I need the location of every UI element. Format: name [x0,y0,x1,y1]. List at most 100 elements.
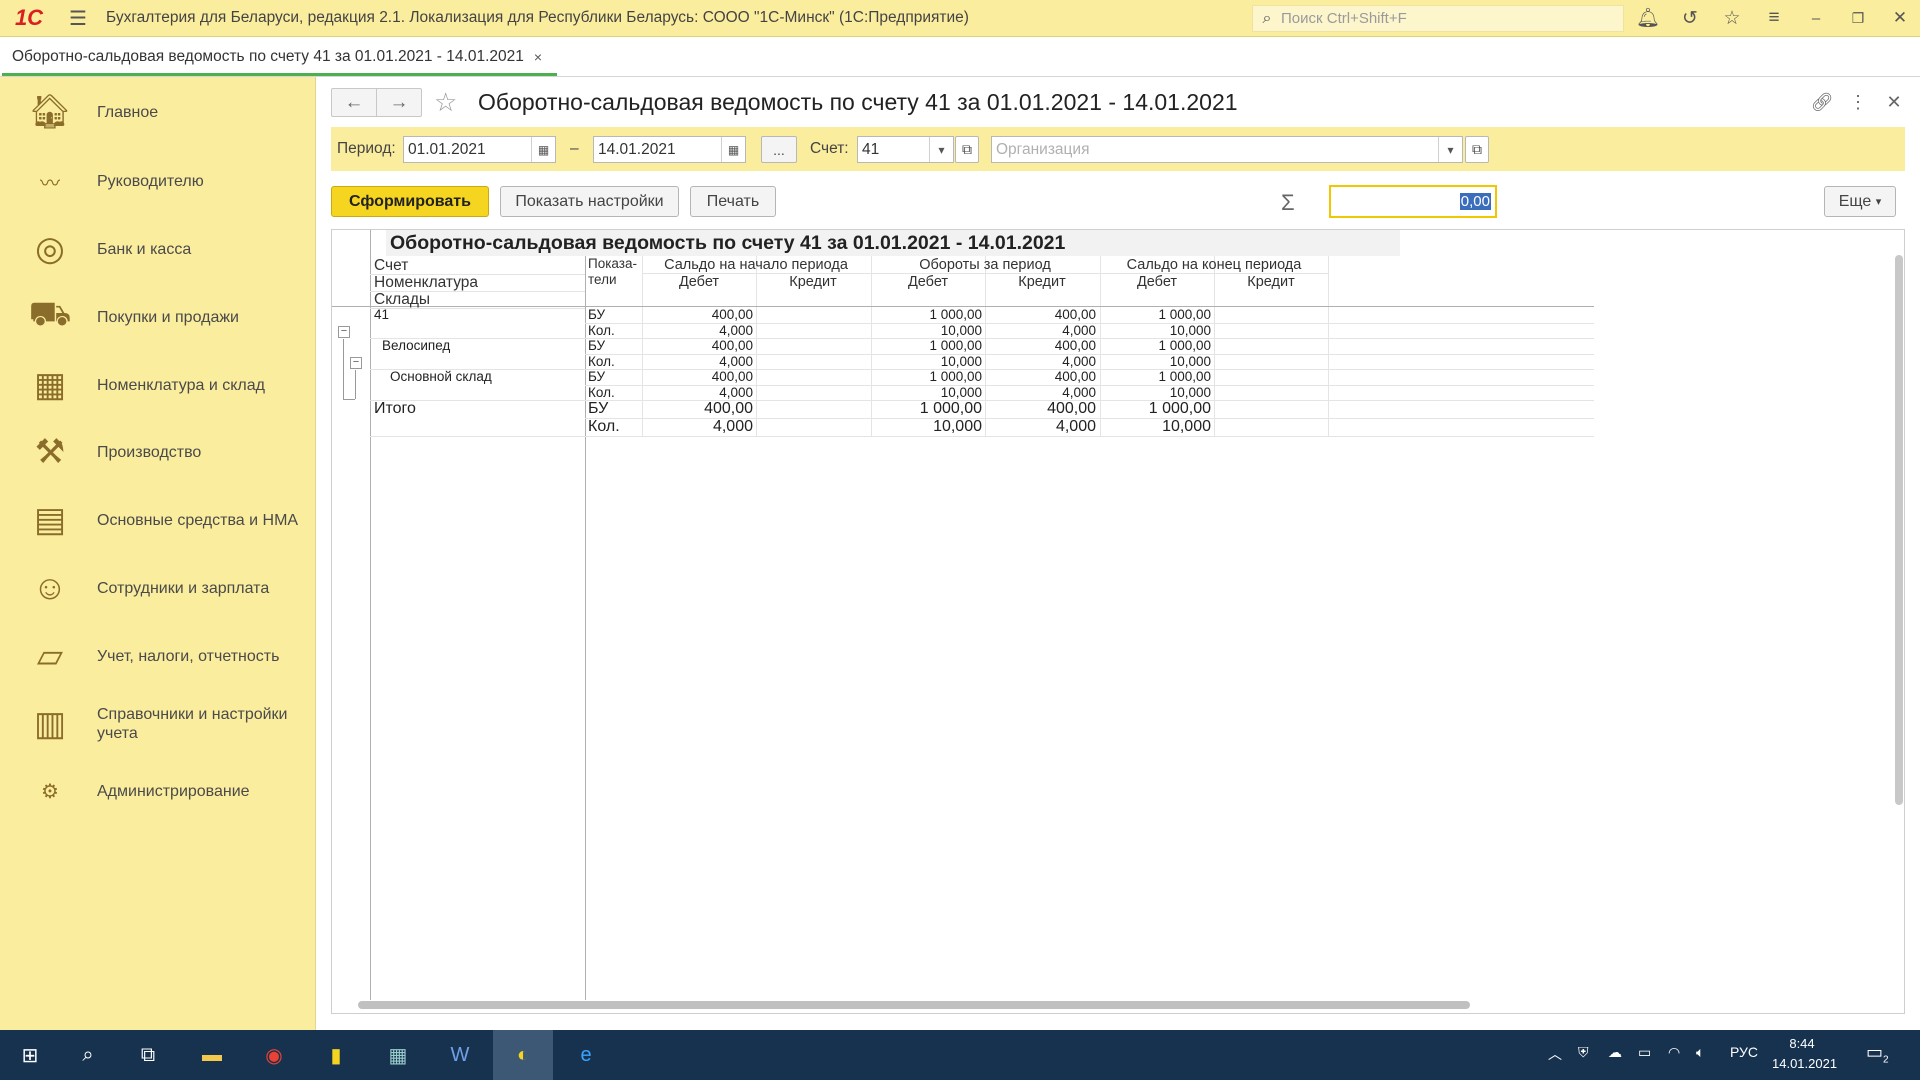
grid-line [756,307,757,436]
tray-chevron-icon[interactable]: ︿ [1548,1044,1562,1064]
row-value: 1 000,00 [1148,400,1211,417]
link-icon[interactable]: 🔗︎ [1810,90,1834,114]
row-value: 4,000 [719,385,753,400]
wifi-icon[interactable]: ◠ [1668,1044,1680,1061]
report-spreadsheet[interactable]: Оборотно-сальдовая ведомость по счету 41… [331,229,1905,1014]
sidebar-item-label: Главное [97,103,159,121]
main-form: ← → ☆ Оборотно-сальдовая ведомость по сч… [317,77,1920,1030]
restore-icon[interactable]: ❐ [1842,4,1874,32]
file-explorer-icon[interactable]: ▬ [182,1030,242,1080]
sidebar-item[interactable]: ▤ Основные средства и НМА [0,485,316,555]
close-form-icon[interactable]: ✕ [1882,90,1906,114]
sidebar: 🏠︎ Главное 〰 Руководителю ◎ Банк и касса ⛟ Поку… [0,77,316,1030]
row-value: 400,00 [711,307,753,322]
account-field[interactable]: 41 ▾ [857,136,954,163]
print-button[interactable]: Печать [690,186,776,217]
sidebar-item[interactable]: ▥ Справочники и настройки учета [0,689,316,759]
row-value: 4,000 [1062,354,1096,369]
sidebar-item[interactable]: ◎ Банк и касса [0,214,316,284]
tree-line [343,339,344,399]
row-value: 1 000,00 [929,307,982,322]
settings-menu-icon[interactable]: ≡ [1758,4,1790,32]
folders-icon: ▥ [33,705,67,743]
sidebar-item[interactable]: ⛟ Покупки и продажи [0,282,316,352]
collapse-toggle-icon: − [338,326,350,338]
minimize-icon[interactable]: – [1800,4,1832,32]
collapse-toggle-icon: − [350,357,362,369]
battery-icon[interactable]: ▭ [1638,1044,1651,1061]
show-settings-button[interactable]: Показать настройки [500,186,679,217]
bell-icon[interactable]: 🔔︎ [1632,4,1664,32]
sidebar-item[interactable]: 〰 Руководителю [0,146,316,216]
period-label: Период: [337,140,396,157]
grid-line [370,230,371,1000]
row-value: 1 000,00 [1158,307,1211,322]
volume-icon[interactable]: 🔈︎ [1696,1044,1704,1061]
back-button[interactable]: ← [331,88,377,117]
sticky-notes-icon[interactable]: ▮ [306,1030,366,1080]
generate-button[interactable]: Сформировать [331,186,489,217]
history-icon[interactable]: ↺ [1674,4,1706,32]
edge-icon[interactable]: e [556,1030,616,1080]
indicators-header: Показа- тели [588,256,637,287]
more-button[interactable]: Еще ▾ [1824,186,1896,217]
open-account-icon[interactable]: ⧉ [955,136,979,163]
page-title: Оборотно-сальдовая ведомость по счету 41… [478,89,1238,115]
task-view-icon[interactable]: ⧉ [118,1030,178,1080]
menu-icon[interactable]: ☰ [58,0,98,37]
column-subheader: Дебет [1136,274,1178,290]
word-icon[interactable]: W [430,1030,490,1080]
calculator-icon[interactable]: ▦ [368,1030,428,1080]
chevron-down-icon[interactable]: ▾ [929,137,953,162]
calendar-icon[interactable]: ▦ [721,137,745,162]
sigma-icon: Σ [1281,190,1295,215]
grid-line [370,436,585,437]
sidebar-item[interactable]: ⚒ Производство [0,417,316,487]
organization-field[interactable]: Организация ▾ [991,136,1463,163]
horizontal-scrollbar[interactable] [358,1001,1470,1009]
close-window-icon[interactable]: ✕ [1884,4,1916,32]
date-from-field[interactable]: 01.01.2021 ▦ [403,136,556,163]
tab-label: Оборотно-сальдовая ведомость по счету 41… [12,48,524,65]
chevron-down-icon[interactable]: ▾ [1438,137,1462,162]
sidebar-item[interactable]: 🏠︎ Главное [0,77,316,147]
column-subheader: Кредит [1247,274,1295,290]
cloud-icon[interactable]: ☁ [1608,1044,1622,1061]
sidebar-item-label: Администрирование [97,782,250,800]
sum-field[interactable]: 0,00 [1329,185,1497,218]
tab-strip: Оборотно-сальдовая ведомость по счету 41… [0,37,1920,77]
row-name: Основной склад [390,369,492,384]
taskbar-search-icon[interactable]: ⌕ [58,1030,118,1080]
row-value: 4,000 [1062,323,1096,338]
windows-start-icon[interactable]: ⊞ [0,1030,60,1080]
language-indicator[interactable]: РУС [1730,1044,1758,1060]
clock[interactable]: 8:44 14.01.2021 [1772,1034,1837,1074]
1c-taskbar-icon[interactable]: ◐ [493,1030,553,1080]
sidebar-item-label: Руководителю [97,172,204,190]
global-search-input[interactable]: ⌕ Поиск Ctrl+Shift+F [1252,5,1624,32]
1c-logo[interactable]: 1С [0,0,58,37]
open-organization-icon[interactable]: ⧉ [1465,136,1489,163]
sidebar-item[interactable]: ▱ Учет, налоги, отчетность [0,621,316,691]
calendar-icon[interactable]: ▦ [531,137,555,162]
star-icon[interactable]: ☆ [1716,4,1748,32]
report-title: Оборотно-сальдовая ведомость по счету 41… [386,230,1400,256]
truck-icon: ⛟ [28,295,72,333]
notifications-icon[interactable]: ▭2 [1866,1042,1889,1066]
forward-button[interactable]: → [376,88,422,117]
close-tab-icon[interactable]: × [534,49,542,65]
sidebar-item[interactable]: ☺ Сотрудники и зарплата [0,553,316,623]
sidebar-item[interactable]: ⚙ Администрирование [0,756,316,826]
sidebar-item[interactable]: ▦ Номенклатура и склад [0,350,316,420]
period-select-button[interactable]: ... [761,136,797,163]
chrome-icon[interactable]: ◉ [244,1030,304,1080]
vertical-scrollbar[interactable] [1895,255,1903,805]
shield-icon[interactable]: ⛨ [1578,1044,1589,1061]
more-vert-icon[interactable]: ⋮ [1846,90,1870,114]
row-indicator: БУ [588,307,606,322]
tab-osv-report[interactable]: Оборотно-сальдовая ведомость по счету 41… [2,41,557,76]
app-title: Бухгалтерия для Беларуси, редакция 2.1. … [106,9,969,26]
date-to-field[interactable]: 14.01.2021 ▦ [593,136,746,163]
favorite-star-icon[interactable]: ☆ [434,87,457,118]
sidebar-item-label: Банк и касса [97,240,192,258]
